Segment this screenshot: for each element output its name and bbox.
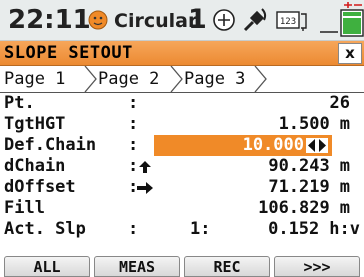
row-def-chain: Def.Chain : 10.000 <box>0 135 364 156</box>
arrow-up-icon <box>139 161 151 173</box>
row-label: Pt. <box>4 93 35 113</box>
row-fill: Fill 106.829 m <box>0 198 364 219</box>
tab-page-1[interactable]: Page 1 <box>4 68 86 91</box>
battery-icon <box>320 2 364 37</box>
face-number: 1 <box>188 4 207 35</box>
value-number: 1.500 <box>278 114 330 134</box>
left-right-arrows-icon[interactable] <box>306 138 328 153</box>
slope-prefix: 1: <box>190 219 211 239</box>
doffset-value: 71.219 m <box>268 177 350 198</box>
dchain-value: 90.243 m <box>268 156 350 177</box>
value-number: 90.243 <box>268 156 330 176</box>
value-unit: m <box>339 156 350 176</box>
row-colon: : <box>128 219 139 239</box>
row-label: TgtHGT <box>4 114 66 134</box>
page-tabs: Page 1 Page 2 Page 3 <box>0 66 364 93</box>
more-button[interactable]: >>> <box>274 256 360 277</box>
row-colon: : <box>128 93 139 113</box>
target-icon[interactable] <box>212 8 236 32</box>
title-bar: SLOPE SETOUT x <box>0 41 364 66</box>
value-unit: m <box>339 198 350 218</box>
tab-separator-icon <box>170 66 183 92</box>
value-number: 71.219 <box>268 177 330 197</box>
rec-button[interactable]: REC <box>184 256 270 277</box>
tab-separator-icon <box>254 66 267 92</box>
row-point: Pt. : 26 <box>0 93 364 114</box>
row-target-height: TgtHGT : 1.500 m <box>0 114 364 135</box>
keyboard-label: 123 <box>280 17 296 27</box>
row-label: Fill <box>4 198 45 218</box>
softkey-bar: ALL MEAS REC >>> <box>0 256 364 277</box>
gps-icon[interactable] <box>240 6 270 36</box>
tab-page-3[interactable]: Page 3 <box>184 68 245 91</box>
meas-button[interactable]: MEAS <box>94 256 180 277</box>
value-unit: h:v <box>329 219 360 239</box>
value-number: 0.152 <box>268 219 320 239</box>
target-height-value: 1.500 m <box>279 114 350 135</box>
status-bar: 22:11 Circular 1 123 <box>0 0 364 41</box>
value-unit: m <box>339 177 350 197</box>
value-unit: m <box>339 114 350 134</box>
keyboard-123-icon[interactable]: 123 <box>276 10 312 32</box>
row-doffset: dOffset : 71.219 m <box>0 177 364 198</box>
row-label: dChain <box>4 156 66 176</box>
arrow-right-icon <box>137 182 153 194</box>
row-dchain: dChain : 90.243 m <box>0 156 364 177</box>
row-colon: : <box>128 135 139 155</box>
point-value: 26 <box>329 93 350 113</box>
tab-separator-icon <box>84 66 97 92</box>
prism-type-label: Circular <box>114 10 198 32</box>
value-number: 106.829 <box>258 198 330 218</box>
row-label: Def.Chain <box>4 135 97 155</box>
close-button[interactable]: x <box>338 43 362 64</box>
def-chain-value: 10.000 <box>242 135 304 155</box>
face-icon <box>88 10 108 30</box>
window-title: SLOPE SETOUT <box>4 43 133 63</box>
data-rows: Pt. : 26 TgtHGT : 1.500 m Def.Chain : 10.… <box>0 93 364 240</box>
row-label: dOffset <box>4 177 76 197</box>
fill-value: 106.829 m <box>258 198 350 219</box>
def-chain-input[interactable]: 10.000 <box>154 135 332 156</box>
row-colon: : <box>128 114 139 134</box>
all-button[interactable]: ALL <box>4 256 90 277</box>
clock-time: 22:11 <box>8 5 91 35</box>
row-actual-slope: Act. Slp : 1: 0.152 h:v <box>0 219 364 240</box>
tab-page-2[interactable]: Page 2 <box>98 68 159 91</box>
row-label: Act. Slp <box>4 219 86 239</box>
actual-slope-value: 0.152 h:v <box>268 219 360 240</box>
